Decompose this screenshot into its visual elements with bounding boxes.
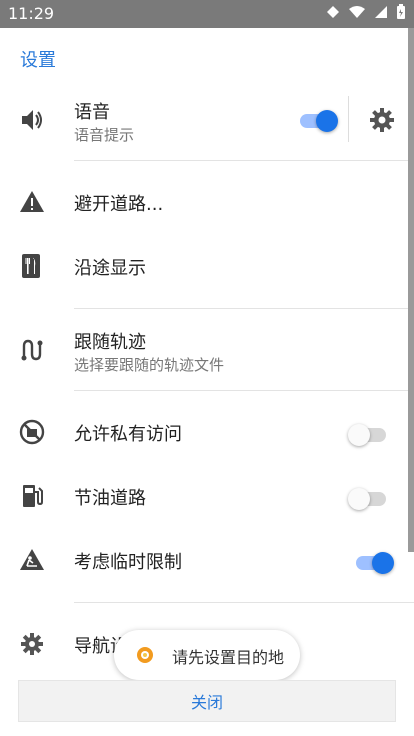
temp-limits-toggle[interactable] (356, 552, 394, 574)
setting-fuel-roads[interactable]: 节油道路 (0, 472, 414, 522)
avoid-roads-label: 避开道路... (74, 194, 164, 215)
divider (74, 160, 414, 161)
toggle-knob (348, 424, 370, 446)
vertical-separator (348, 96, 349, 142)
speaker-icon (22, 110, 42, 130)
signal-diamond-icon (327, 6, 339, 18)
private-access-label: 允许私有访问 (74, 424, 182, 445)
warning-icon (20, 191, 44, 212)
status-bar: 11:29 (0, 0, 414, 28)
toast-text: 请先设置目的地 (172, 648, 285, 667)
cell-signal-icon (375, 6, 387, 18)
scrollbar[interactable] (408, 28, 414, 552)
toggle-knob (316, 110, 338, 132)
divider (74, 390, 414, 391)
setting-temp-limits[interactable]: 考虑临时限制 (0, 536, 414, 586)
follow-track-sub: 选择要跟随的轨迹文件 (74, 356, 225, 374)
route-track-icon (21, 339, 43, 361)
fuel-pump-icon (23, 485, 43, 507)
gear-icon (21, 633, 43, 655)
toast: 请先设置目的地 (114, 630, 300, 680)
voice-label: 语音 (74, 102, 110, 123)
sheet-title[interactable]: 设置 (20, 46, 56, 72)
restaurant-icon (22, 254, 40, 278)
toggle-knob (348, 488, 370, 510)
setting-private-access[interactable]: 允许私有访问 (0, 408, 414, 458)
divider (74, 308, 414, 309)
follow-track-label: 跟随轨迹 (74, 332, 146, 353)
gear-icon[interactable] (368, 106, 396, 134)
voice-sub: 语音提示 (74, 126, 135, 144)
wifi-icon (349, 6, 365, 18)
app-logo-icon (137, 647, 153, 663)
toggle-knob (372, 552, 394, 574)
private-access-toggle[interactable] (348, 424, 386, 446)
show-along-label: 沿途显示 (74, 258, 146, 279)
battery-icon (397, 4, 405, 19)
fuel-roads-toggle[interactable] (348, 488, 386, 510)
setting-show-along[interactable]: 沿途显示 (0, 242, 414, 292)
no-access-icon (19, 419, 45, 445)
divider (74, 602, 414, 603)
voice-toggle[interactable] (300, 110, 338, 132)
temp-limits-label: 考虑临时限制 (74, 552, 182, 573)
setting-avoid-roads[interactable]: 避开道路... (0, 178, 414, 228)
setting-follow-track[interactable]: 跟随轨迹 选择要跟随的轨迹文件 (0, 320, 414, 390)
fuel-roads-label: 节油道路 (74, 488, 146, 509)
close-button[interactable]: 关闭 (18, 680, 396, 722)
roadwork-icon (20, 549, 44, 570)
setting-voice[interactable]: 语音 语音提示 (0, 88, 414, 168)
status-icons (326, 4, 406, 20)
status-time: 11:29 (8, 4, 55, 23)
